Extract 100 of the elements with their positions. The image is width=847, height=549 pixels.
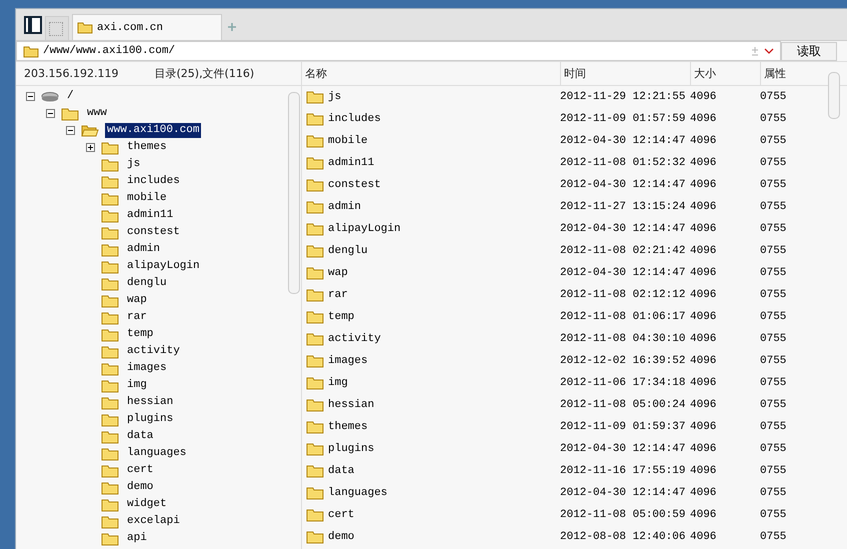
folder-icon (101, 396, 119, 410)
tree-item[interactable]: demo (125, 480, 156, 495)
table-cell-text: 0755 (760, 157, 788, 169)
table-cell-text: 0755 (760, 443, 788, 455)
tree-item[interactable]: constest (125, 225, 182, 240)
table-cell-text: 2012-12-02 16:39:52 (560, 355, 686, 367)
read-button[interactable]: 读取 (781, 42, 837, 60)
column-header[interactable]: 大小 (690, 62, 760, 85)
folder-icon (306, 376, 324, 390)
file-name[interactable]: cert (328, 509, 354, 521)
table-cell-text: 0755 (760, 333, 788, 345)
panel-toggle-icon[interactable] (24, 16, 42, 34)
tree-item[interactable]: plugins (125, 412, 176, 427)
file-name[interactable]: demo (328, 531, 354, 543)
file-name[interactable]: js (328, 91, 342, 103)
table-cell-text: 4096 (690, 465, 718, 477)
file-name[interactable]: denglu (328, 245, 368, 257)
table-cell-text: 4096 (690, 267, 718, 279)
file-name[interactable]: wap (328, 267, 348, 279)
tree-item[interactable]: denglu (125, 276, 169, 291)
column-header[interactable]: 属性 (760, 62, 822, 85)
tab[interactable]: axi.com.cn (72, 14, 222, 40)
table-cell-text: 4096 (690, 531, 718, 543)
file-name[interactable]: activity (328, 333, 381, 345)
table-cell-text: 4096 (690, 377, 718, 389)
file-name[interactable]: includes (328, 113, 381, 125)
collapse-icon[interactable] (66, 126, 75, 135)
path-field[interactable]: /www/www.axi100.com/ (16, 41, 781, 61)
table-cell-text: 4096 (690, 223, 718, 235)
tree-item[interactable]: widget (125, 497, 169, 512)
tree-item[interactable]: temp (125, 327, 156, 342)
table-cell-text: 0755 (760, 311, 788, 323)
folder-icon (101, 260, 119, 274)
tree-item[interactable]: languages (125, 446, 188, 461)
collapse-icon[interactable] (46, 109, 55, 118)
tree-item[interactable]: admin11 (125, 208, 176, 223)
tree-item[interactable]: data (125, 429, 156, 444)
table-cell-text: 4096 (690, 201, 718, 213)
folder-icon (101, 328, 119, 342)
tree-item[interactable]: api (125, 531, 149, 546)
table-cell-text: 2012-04-30 12:14:47 (560, 487, 686, 499)
tree-item[interactable]: admin (125, 242, 162, 257)
file-name[interactable]: img (328, 377, 348, 389)
folder-icon (101, 498, 119, 512)
tree-item[interactable]: cert (125, 463, 156, 478)
file-name[interactable]: plugins (328, 443, 374, 455)
tree-item[interactable]: wap (125, 293, 149, 308)
tree-item[interactable]: excelapi (125, 514, 182, 529)
folder-icon (23, 44, 39, 58)
file-name[interactable]: languages (328, 487, 388, 499)
tree-item[interactable]: img (125, 378, 149, 393)
folder-icon (101, 464, 119, 478)
tree-item[interactable]: images (125, 361, 169, 376)
file-name[interactable]: temp (328, 311, 354, 323)
file-name[interactable]: data (328, 465, 354, 477)
tree-item[interactable]: www.axi100.com (105, 123, 202, 138)
table-cell-text: 0755 (760, 201, 788, 213)
table-cell-text: 4096 (690, 113, 718, 125)
folder-icon (101, 412, 119, 426)
dropdown-caret-icon[interactable] (764, 48, 774, 54)
folder-icon (101, 378, 119, 392)
file-name[interactable]: mobile (328, 135, 368, 147)
folder-icon (306, 442, 324, 456)
folder-icon (101, 174, 119, 188)
file-name[interactable]: hessian (328, 399, 374, 411)
tree-item[interactable]: www (85, 106, 109, 121)
folder-icon (306, 288, 324, 302)
folder-icon (77, 21, 93, 34)
collapse-icon[interactable] (26, 92, 35, 101)
column-header[interactable]: 时间 (560, 62, 690, 85)
table-cell-text: 0755 (760, 179, 788, 191)
table-cell-text: 2012-11-08 02:12:12 (560, 289, 686, 301)
table-cell-text: 2012-04-30 12:14:47 (560, 267, 686, 279)
file-name[interactable]: themes (328, 421, 368, 433)
file-name[interactable]: alipayLogin (328, 223, 401, 235)
file-name[interactable]: images (328, 355, 368, 367)
column-header[interactable]: 名称 (302, 62, 560, 85)
tree-item[interactable]: rar (125, 310, 149, 325)
file-name[interactable]: admin11 (328, 157, 374, 169)
file-name[interactable]: admin (328, 201, 362, 213)
file-name[interactable]: constest (328, 179, 381, 191)
tree-item[interactable]: / (65, 89, 76, 104)
tree-item[interactable]: alipayLogin (125, 259, 202, 274)
table-cell-text: 4096 (690, 399, 718, 411)
table-cell-text: 4096 (690, 245, 718, 257)
table-cell-text: 0755 (760, 421, 788, 433)
file-name[interactable]: rar (328, 289, 348, 301)
tree-item[interactable]: includes (125, 174, 182, 189)
folder-icon (306, 332, 324, 346)
folder-icon (101, 226, 119, 240)
tree-item[interactable]: mobile (125, 191, 169, 206)
tree-item[interactable]: activity (125, 344, 182, 359)
folder-icon (306, 310, 324, 324)
tree-item[interactable]: hessian (125, 395, 176, 410)
expand-icon[interactable] (86, 143, 95, 152)
table-cell-text: 2012-11-16 17:55:19 (560, 465, 686, 477)
tree-item[interactable]: js (125, 157, 142, 172)
tree-item[interactable]: themes (125, 140, 169, 155)
table-cell-text: 2012-04-30 12:14:47 (560, 179, 686, 191)
table-cell-text: 0755 (760, 135, 788, 147)
